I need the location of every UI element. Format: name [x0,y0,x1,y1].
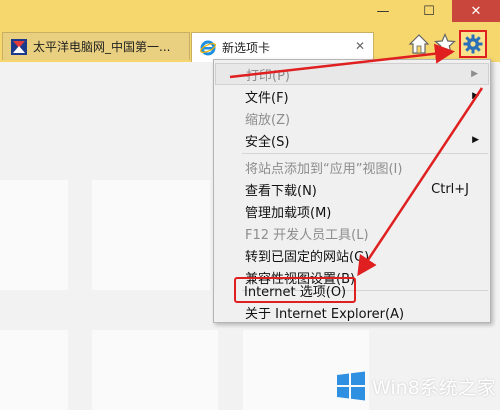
menu-item-about-ie[interactable]: 关于 Internet Explorer(A) [215,301,489,323]
submenu-arrow-icon: ▶ [471,69,478,79]
menu-item-label: 将站点添加到“应用”视图(I) [245,161,403,177]
menu-item-label: F12 开发人员工具(L) [245,227,369,243]
menu-item-add-site-to-apps[interactable]: 将站点添加到“应用”视图(I) [215,156,489,178]
menu-item-zoom[interactable]: 缩放(Z) [215,107,489,129]
home-icon[interactable] [408,33,430,55]
close-tab-icon[interactable]: ✕ [355,39,365,53]
star-icon[interactable] [434,33,456,55]
tools-button[interactable] [459,30,487,58]
site-tile[interactable] [0,180,68,290]
menu-item-label: 缩放(Z) [245,112,291,128]
window-titlebar: — ☐ ✕ [0,0,500,28]
menu-item-manage-addons[interactable]: 管理加载项(M) [215,200,489,222]
site-tile[interactable] [92,330,218,410]
menu-item-label: 文件(F) [245,90,289,106]
internet-options-label[interactable]: Internet 选项(O) [244,279,346,301]
menu-item-print[interactable]: 打印(P) ▶ [215,63,489,85]
site-tile[interactable] [0,330,68,410]
submenu-arrow-icon: ▶ [472,135,479,145]
ie-logo-icon [200,40,216,55]
gear-icon [463,34,483,54]
menu-item-label: 安全(S) [245,134,290,150]
tab-label: 太平洋电脑网_中国第一... [33,40,171,54]
menu-item-safety[interactable]: 安全(S) ▶ [215,129,489,151]
menu-item-pinned-sites[interactable]: 转到已固定的网站(G) [215,244,489,266]
menu-item-label: 管理加载项(M) [245,205,332,221]
pconline-favicon-icon [11,38,27,55]
menu-item-file[interactable]: 文件(F) ▶ [215,85,489,107]
menu-separator [242,153,488,154]
maximize-button[interactable]: ☐ [406,0,452,22]
menu-item-label: 查看下载(N) [245,183,317,199]
watermark: Win8系统之家 [336,370,496,402]
site-tile[interactable] [92,180,210,290]
menu-item-f12-devtools[interactable]: F12 开发人员工具(L) [215,222,489,244]
menu-item-label: 打印(P) [246,68,290,84]
menu-item-shortcut: Ctrl+J [431,181,469,197]
tab-label: 新选项卡 [222,41,271,55]
close-window-button[interactable]: ✕ [452,0,500,22]
menu-item-label: 转到已固定的网站(G) [245,249,370,265]
windows-logo-icon [337,371,365,401]
minimize-button[interactable]: — [360,0,406,22]
tab-pconline[interactable]: 太平洋电脑网_中国第一... [2,32,190,60]
menu-item-label: 关于 Internet Explorer(A) [245,306,405,322]
watermark-text: Win8系统之家 [372,376,496,399]
menu-item-view-downloads[interactable]: 查看下载(N) Ctrl+J [215,178,489,200]
submenu-arrow-icon: ▶ [472,91,479,101]
tab-new-tab[interactable]: 新选项卡 ✕ [191,32,374,62]
